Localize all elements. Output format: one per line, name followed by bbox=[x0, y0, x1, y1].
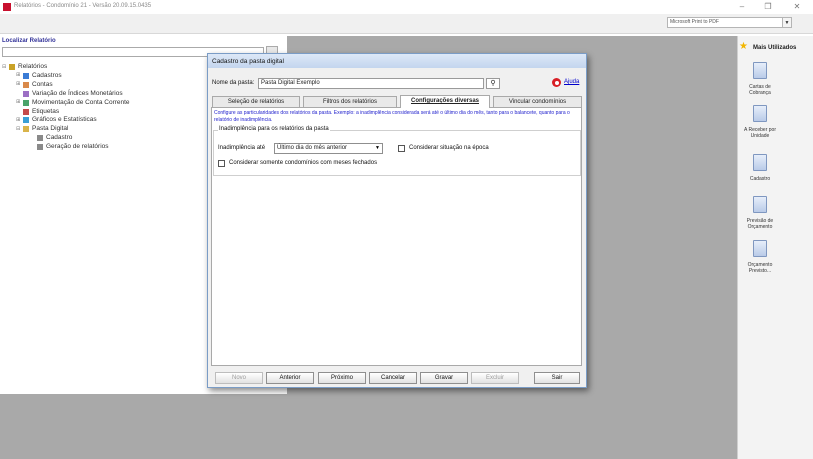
folder-icon bbox=[23, 72, 29, 79]
tree-item[interactable]: Relatórios bbox=[18, 63, 47, 70]
tree-item[interactable]: Etiquetas bbox=[32, 108, 59, 115]
tree-expander-icon[interactable]: ⊞ bbox=[16, 81, 20, 87]
folder-name-input[interactable]: Pasta Digital Exemplo bbox=[258, 78, 484, 89]
tree-expander-icon[interactable]: ⊟ bbox=[16, 126, 20, 132]
consider-epoch-label: Considerar situação na época bbox=[409, 145, 489, 151]
report-search-title: Localizar Relatório bbox=[2, 38, 56, 44]
tree-item[interactable]: Contas bbox=[32, 81, 53, 88]
dialog-button[interactable]: Sair bbox=[534, 372, 580, 384]
tree-item[interactable]: Geração de relatórios bbox=[46, 143, 109, 150]
printer-select[interactable]: Microsoft Print to PDF bbox=[667, 17, 783, 28]
report-shortcut-label[interactable]: Cartas de Cobrança bbox=[740, 84, 780, 96]
tree-expander-icon[interactable]: ⊞ bbox=[16, 99, 20, 105]
delinquency-group-title: Inadimplência para os relatórios da past… bbox=[218, 126, 330, 132]
closed-months-label: Considerar somente condomínios com meses… bbox=[229, 160, 378, 166]
tree-item[interactable]: Movimentação de Conta Corrente bbox=[32, 99, 130, 106]
closed-months-checkbox[interactable] bbox=[218, 160, 225, 167]
report-shortcut-icon[interactable] bbox=[753, 105, 767, 122]
dialog-button[interactable]: Anterior bbox=[266, 372, 314, 384]
report-shortcut-icon[interactable] bbox=[753, 62, 767, 79]
minimize-button[interactable]: – bbox=[735, 1, 749, 12]
folder-icon bbox=[23, 108, 29, 115]
dialog-tab[interactable]: Seleção de relatórios bbox=[212, 96, 300, 107]
dialog-title: Cadastro da pasta digital bbox=[212, 58, 284, 65]
tree-expander-icon[interactable]: ⊟ bbox=[2, 64, 6, 70]
star-icon: ★ bbox=[739, 41, 748, 52]
tree-expander-icon[interactable]: ⊞ bbox=[16, 117, 20, 123]
help-icon[interactable] bbox=[552, 78, 561, 87]
report-shortcut-icon[interactable] bbox=[753, 240, 767, 257]
most-used-panel bbox=[737, 36, 813, 459]
folder-icon bbox=[23, 90, 29, 97]
tree-item[interactable]: Cadastros bbox=[32, 72, 62, 79]
folder-icon bbox=[23, 126, 29, 133]
folder-icon bbox=[37, 144, 43, 151]
window-title: Relatórios - Condomínio 21 - Versão 20.0… bbox=[14, 3, 152, 9]
maximize-button[interactable]: ❐ bbox=[761, 1, 775, 12]
tab-description: Configure as particularidades dos relató… bbox=[214, 110, 570, 123]
dialog-tab[interactable]: Vincular condomínios bbox=[493, 96, 582, 107]
folder-icon bbox=[9, 64, 15, 70]
printer-dropdown-icon[interactable]: ▼ bbox=[783, 17, 792, 28]
tree-item[interactable]: Pasta Digital bbox=[32, 125, 69, 132]
report-shortcut-label[interactable]: A Receber por Unidade bbox=[740, 127, 780, 139]
folder-icon bbox=[23, 117, 29, 124]
delinquency-until-select[interactable]: Último dia do mês anterior bbox=[274, 143, 383, 154]
folder-name-label: Nome da pasta: bbox=[212, 80, 255, 86]
folder-icon bbox=[23, 99, 29, 106]
report-shortcut-label[interactable]: Cadastro bbox=[740, 176, 780, 182]
dialog-button[interactable]: Gravar bbox=[420, 372, 468, 384]
chevron-down-icon[interactable]: ▼ bbox=[373, 144, 382, 153]
folder-icon bbox=[23, 81, 29, 88]
help-link[interactable]: Ajuda bbox=[564, 79, 579, 85]
dialog-button[interactable]: Cancelar bbox=[369, 372, 417, 384]
tree-item[interactable]: Variação de Índices Monetários bbox=[32, 90, 123, 97]
bottom-workspace bbox=[0, 394, 287, 459]
dialog-button: Excluir bbox=[471, 372, 519, 384]
tree-expander-icon[interactable]: ⊞ bbox=[16, 72, 20, 78]
delinquency-groupbox bbox=[213, 130, 581, 176]
dialog-tab[interactable]: Configurações diversas bbox=[400, 95, 490, 108]
report-shortcut-icon[interactable] bbox=[753, 196, 767, 213]
dialog-button: Novo bbox=[215, 372, 263, 384]
tree-item[interactable]: Gráficos e Estatísticas bbox=[32, 116, 97, 123]
most-used-title: Mais Utilizados bbox=[753, 45, 797, 51]
delinquency-until-label: Inadimplência até bbox=[218, 145, 266, 151]
binoculars-search-icon[interactable]: ⚲ bbox=[486, 78, 500, 89]
app-icon bbox=[3, 3, 11, 11]
tree-item[interactable]: Cadastro bbox=[46, 134, 72, 141]
report-shortcut-label[interactable]: Previsão de Orçamento bbox=[740, 218, 780, 230]
close-button[interactable]: ✕ bbox=[790, 1, 804, 12]
report-shortcut-icon[interactable] bbox=[753, 154, 767, 171]
dialog-tab[interactable]: Filtros dos relatórios bbox=[303, 96, 397, 107]
report-shortcut-label[interactable]: Orçamento Previsto... bbox=[740, 262, 780, 274]
consider-epoch-checkbox[interactable] bbox=[398, 145, 405, 152]
dialog-button[interactable]: Próximo bbox=[318, 372, 366, 384]
folder-icon bbox=[37, 135, 43, 142]
